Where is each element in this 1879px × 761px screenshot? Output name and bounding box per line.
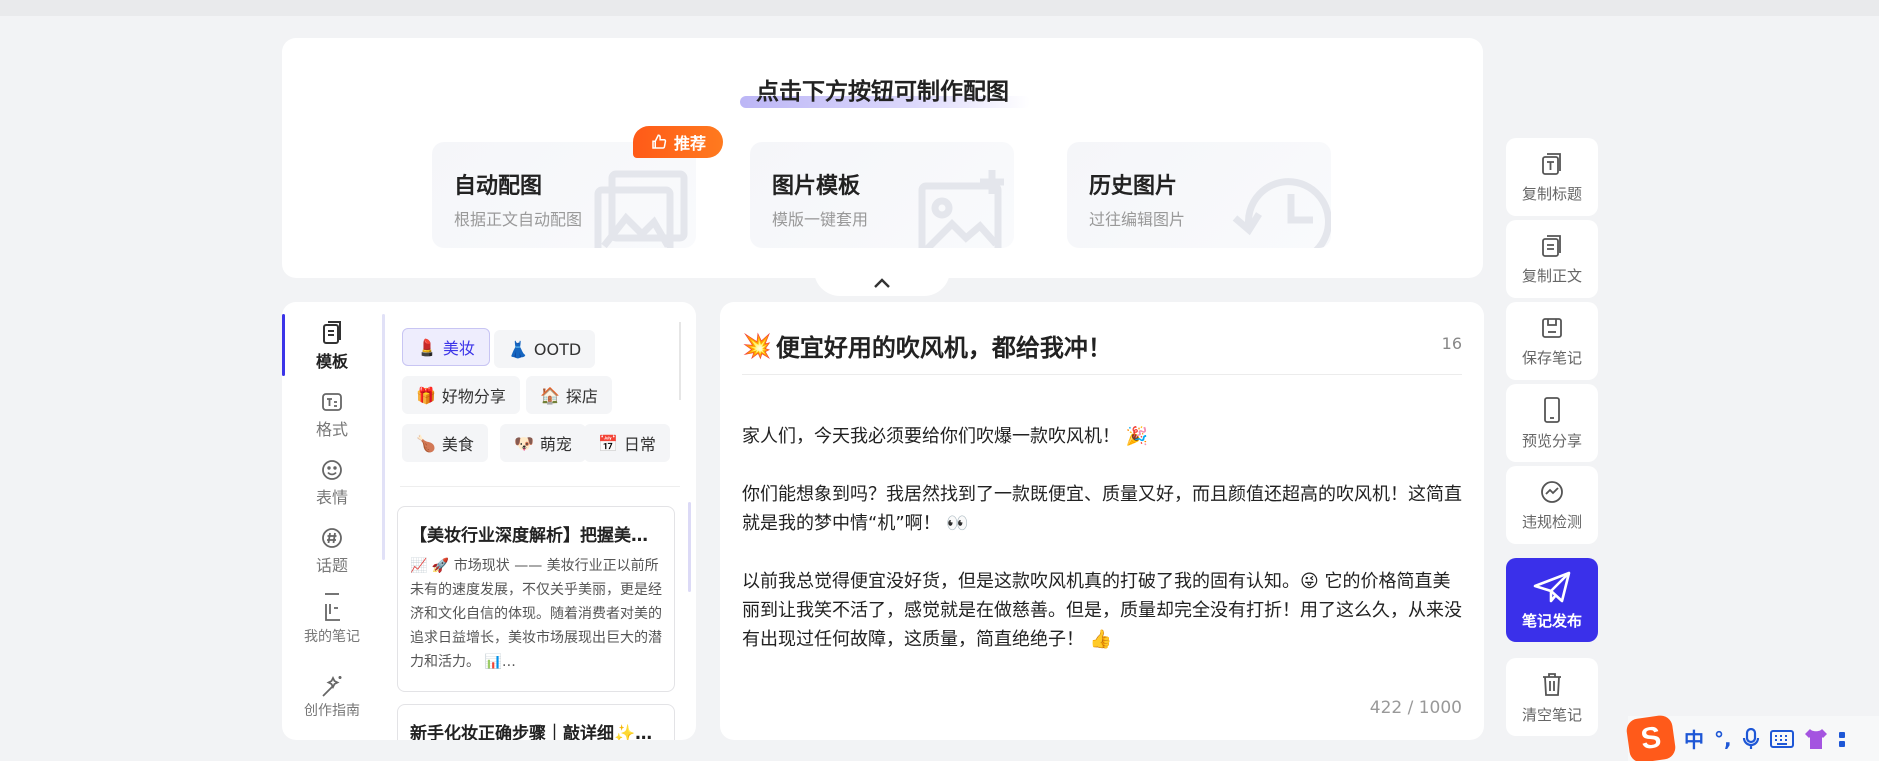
phone-preview-icon (1544, 396, 1560, 423)
nav-emoji[interactable]: 表情 (282, 458, 382, 508)
nav-divider (382, 314, 385, 560)
image-frame-icon (594, 170, 688, 248)
ime-language-toggle[interactable]: 中 (1684, 724, 1704, 753)
body-char-count: 422 / 1000 (1369, 698, 1462, 718)
ime-more-icon[interactable] (1838, 728, 1846, 750)
trash-icon (1543, 672, 1561, 696)
copy-title-icon (1542, 152, 1561, 175)
category-chip-shop-visit[interactable]: 🏠 探店 (526, 376, 612, 414)
copy-body-button[interactable]: 复制正文 (1506, 220, 1598, 298)
category-divider (400, 486, 680, 487)
image-template-card[interactable]: 图片模板 模版一键套用 (750, 142, 1014, 248)
history-clock-icon (1232, 178, 1331, 248)
history-image-card[interactable]: 历史图片 过往编辑图片 (1067, 142, 1331, 248)
creation-guide-icon (322, 675, 342, 697)
category-chip-food[interactable]: 🍗 美食 (402, 424, 488, 462)
category-chip-ootd[interactable]: 👗 OOTD (494, 330, 596, 368)
category-scrollbar[interactable] (679, 322, 681, 400)
body-paragraph: 你们能想象到吗？我居然找到了一款既便宜、质量又好，而且颜值还超高的吹风机！这简直… (742, 484, 1462, 534)
template-panel: 模板 格式 表情 话题 我的笔记 创作指南 💄 美妆 👗 OOTD 🎁 好物分享 🏠 探… (282, 302, 696, 740)
ime-toolbar[interactable]: S 中 °, (1625, 713, 1879, 761)
nav-creation-guide[interactable]: 创作指南 (282, 674, 382, 720)
category-chip-pets[interactable]: 🐶 萌宠 (500, 424, 586, 462)
emoji-icon (322, 460, 342, 480)
send-icon (1533, 571, 1571, 602)
collapse-panel-button[interactable] (814, 270, 950, 296)
title-char-count: 16 (1441, 334, 1462, 353)
title-emoji: 💥 (742, 331, 772, 360)
template-card-body: 📈 🚀 市场现状 —— 美妆行业正以前所未有的速度发展，不仅关乎美丽，更是经济和… (410, 558, 662, 670)
hashtag-icon (322, 528, 342, 548)
side-nav: 模板 格式 表情 话题 我的笔记 创作指南 (282, 302, 382, 740)
note-body[interactable]: 家人们，今天我必须要给你们吹爆一款吹风机！ 🎉 你们能想象到吗？我居然找到了一款… (742, 422, 1462, 683)
preview-share-button[interactable]: 预览分享 (1506, 384, 1598, 462)
copy-body-icon (1542, 234, 1561, 257)
chevron-up-icon (874, 278, 890, 288)
template-card[interactable]: 【美妆行业深度解析】把握美… 📈 🚀 市场现状 —— 美妆行业正以前所未有的速度… (397, 506, 675, 692)
keyboard-icon[interactable] (1769, 729, 1794, 749)
template-scrollbar[interactable] (688, 502, 691, 592)
format-icon (322, 393, 342, 411)
clear-note-button[interactable]: 清空笔记 (1506, 658, 1598, 736)
body-paragraph: 以前我总觉得便宜没好货，但是这款吹风机真的打破了我的固有认知。😜 它的价格简直美… (742, 571, 1462, 650)
save-note-button[interactable]: 保存笔记 (1506, 302, 1598, 380)
microphone-icon[interactable] (1742, 727, 1760, 750)
image-maker-panel: 点击下方按钮可制作配图 推荐 自动配图 根据正文自动配图 图片模板 模版一键套用… (282, 38, 1483, 278)
category-chip-beauty[interactable]: 💄 美妆 (402, 328, 490, 366)
note-editor[interactable]: 💥 便宜好用的吹风机，都给我冲！ 16 家人们，今天我必须要给你们吹爆一款吹风机… (720, 302, 1484, 740)
body-paragraph: 家人们，今天我必须要给你们吹爆一款吹风机！ 🎉 (742, 426, 1149, 447)
template-card[interactable]: 新手化妆正确步骤｜敲详细✨… (397, 704, 675, 740)
violation-check-button[interactable]: 违规检测 (1506, 466, 1598, 544)
nav-template[interactable]: 模板 (282, 320, 382, 372)
sogou-logo[interactable]: S (1625, 713, 1677, 761)
save-icon (1542, 317, 1562, 338)
top-strip (0, 0, 1879, 16)
nav-topic[interactable]: 话题 (282, 526, 382, 576)
thumb-up-icon (652, 134, 667, 149)
violation-check-icon (1541, 480, 1563, 503)
recommend-badge: 推荐 (633, 126, 723, 158)
copy-title-button[interactable]: 复制标题 (1506, 138, 1598, 216)
image-add-icon (918, 170, 1004, 248)
category-chip-daily[interactable]: 📅 日常 (584, 424, 670, 462)
publish-note-button[interactable]: 笔记发布 (1506, 558, 1598, 642)
ime-punctuation-toggle[interactable]: °, (1714, 727, 1732, 751)
template-card-title: 新手化妆正确步骤｜敲详细✨… (410, 724, 653, 740)
template-icon (323, 321, 341, 344)
nav-format[interactable]: 格式 (282, 390, 382, 440)
panel-title: 点击下方按钮可制作配图 (756, 79, 1009, 105)
nav-my-notes[interactable]: 我的笔记 (282, 592, 382, 646)
category-chip-good-stuff[interactable]: 🎁 好物分享 (402, 376, 520, 414)
skin-shirt-icon[interactable] (1804, 728, 1828, 750)
title-divider (742, 374, 1462, 375)
template-card-title: 【美妆行业深度解析】把握美… (410, 526, 648, 546)
note-title[interactable]: 💥 便宜好用的吹风机，都给我冲！ (742, 328, 1112, 363)
note-title-text: 便宜好用的吹风机，都给我冲！ (775, 334, 1112, 362)
my-notes-icon (325, 593, 340, 621)
